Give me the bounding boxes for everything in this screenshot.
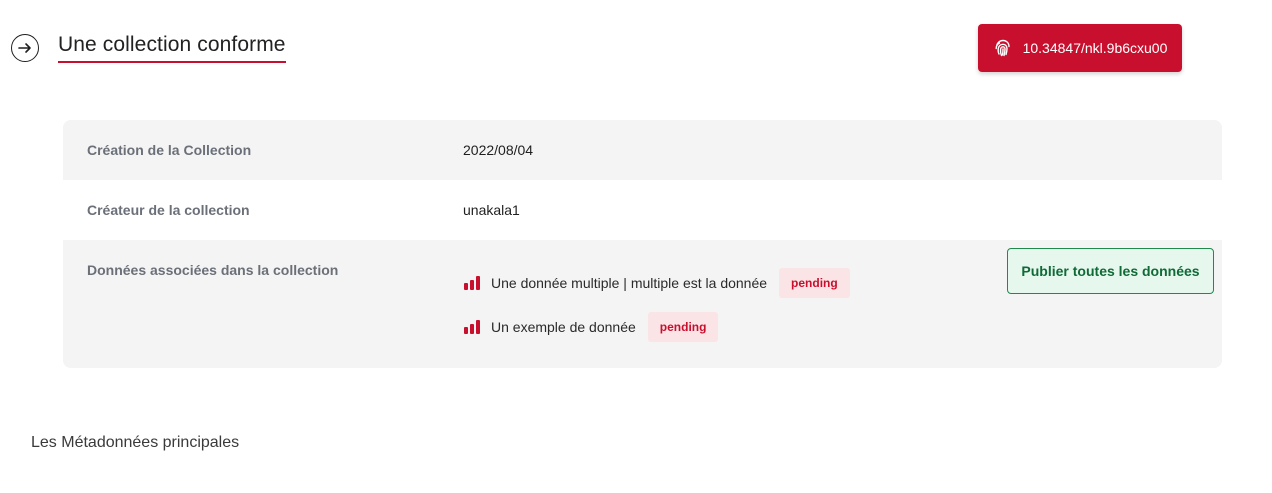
status-badge: pending: [779, 268, 850, 298]
fingerprint-icon: [993, 38, 1013, 58]
data-item-title[interactable]: Une donnée multiple | multiple est la do…: [491, 275, 767, 291]
main-metadata-heading: Les Métadonnées principales: [31, 434, 240, 451]
creation-value: 2022/08/04: [463, 142, 534, 158]
page-header: Une collection conforme: [11, 33, 286, 63]
data-item[interactable]: Une donnée multiple | multiple est la do…: [464, 268, 850, 298]
doi-button[interactable]: 10.34847/nkl.9b6cxu00: [978, 24, 1182, 72]
collection-info-table: Création de la Collection 2022/08/04 Cré…: [63, 120, 1222, 368]
data-item[interactable]: Un exemple de donnée pending: [464, 312, 719, 342]
bar-chart-icon: [464, 276, 482, 290]
creation-label: Création de la Collection: [87, 142, 252, 158]
creator-row: Créateur de la collection unakala1: [63, 180, 1222, 240]
bar-chart-icon: [464, 320, 482, 334]
arrow-right-circle-icon[interactable]: [11, 34, 39, 62]
publish-all-button[interactable]: Publier toutes les données: [1007, 248, 1214, 294]
creation-row: Création de la Collection 2022/08/04: [63, 120, 1222, 180]
data-row: Données associées dans la collection Une…: [63, 240, 1222, 368]
page-title: Une collection conforme: [58, 33, 286, 63]
data-label: Données associées dans la collection: [87, 262, 339, 278]
status-badge: pending: [647, 312, 719, 342]
creator-label: Créateur de la collection: [87, 202, 250, 218]
doi-label: 10.34847/nkl.9b6cxu00: [1022, 40, 1168, 56]
creator-value: unakala1: [463, 202, 520, 218]
arrow-right-glyph: [18, 43, 31, 53]
data-item-title[interactable]: Un exemple de donnée: [491, 319, 636, 335]
